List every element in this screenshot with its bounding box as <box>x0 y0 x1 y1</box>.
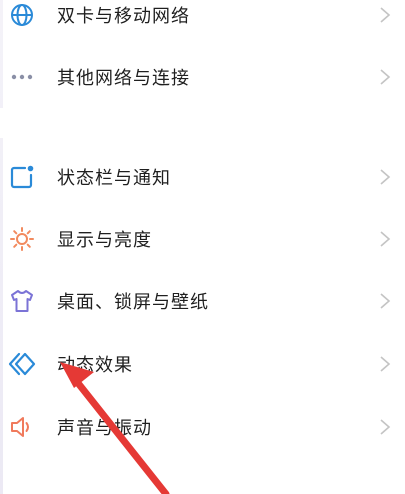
section-divider <box>0 108 405 138</box>
globe-icon <box>8 1 36 29</box>
chevron-right-icon <box>380 356 391 372</box>
settings-item-status-bar[interactable]: 状态栏与通知 <box>0 146 405 208</box>
chevron-right-icon <box>380 419 391 435</box>
chevron-right-icon <box>380 69 391 85</box>
chevron-right-icon <box>380 169 391 185</box>
settings-item-label: 桌面、锁屏与壁纸 <box>57 292 209 313</box>
notification-square-icon <box>8 163 36 191</box>
sun-icon <box>8 225 36 253</box>
settings-item-label: 双卡与移动网络 <box>57 6 190 27</box>
settings-item-dual-sim[interactable]: 双卡与移动网络 <box>0 0 405 46</box>
settings-item-label: 状态栏与通知 <box>57 168 171 189</box>
settings-item-label: 其他网络与连接 <box>57 68 190 89</box>
tshirt-icon <box>8 287 36 315</box>
chevron-right-icon <box>380 231 391 247</box>
settings-item-label: 动态效果 <box>57 355 133 376</box>
settings-item-motion-effects[interactable]: 动态效果 <box>0 333 405 395</box>
speaker-icon <box>8 413 36 441</box>
chevron-right-icon <box>380 7 391 23</box>
settings-item-label: 声音与振动 <box>57 418 152 439</box>
settings-item-sound[interactable]: 声音与振动 <box>0 396 405 458</box>
settings-item-display[interactable]: 显示与亮度 <box>0 208 405 270</box>
more-dots-icon <box>8 63 36 91</box>
settings-item-other-networks[interactable]: 其他网络与连接 <box>0 46 405 108</box>
settings-item-label: 显示与亮度 <box>57 230 152 251</box>
diamond-motion-icon <box>8 350 36 378</box>
chevron-right-icon <box>380 293 391 309</box>
settings-screen: 双卡与移动网络 其他网络与连接 状态栏与通知 显示与亮度 桌面、锁屏与壁纸 动态… <box>0 0 405 494</box>
settings-item-wallpaper[interactable]: 桌面、锁屏与壁纸 <box>0 270 405 332</box>
